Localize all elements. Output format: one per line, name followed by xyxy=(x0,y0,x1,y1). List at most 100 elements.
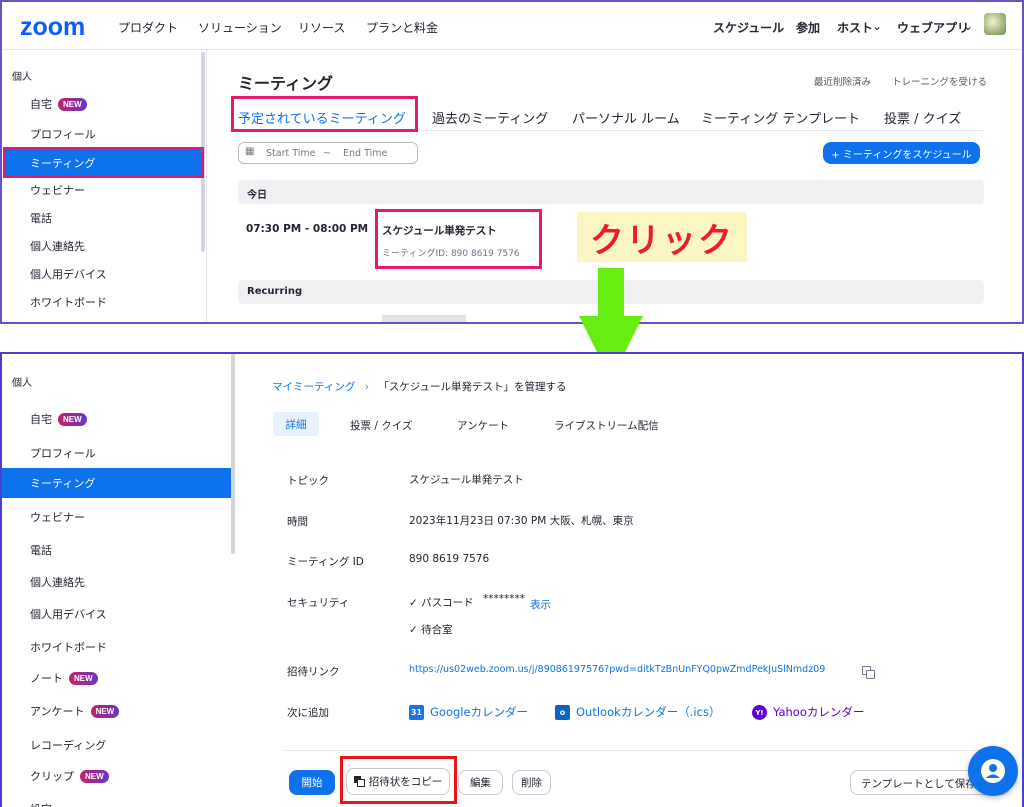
new-badge: NEW xyxy=(69,671,98,685)
new-badge: NEW xyxy=(58,97,87,111)
sidebar-item-label: ノート xyxy=(30,672,63,685)
recently-deleted-link[interactable]: 最近削除済み xyxy=(814,74,871,88)
security-label: セキュリティ xyxy=(287,597,350,609)
training-link[interactable]: トレーニングを受ける xyxy=(892,74,987,88)
sidebar-item-whiteboard[interactable]: ホワイトボード xyxy=(30,639,107,655)
sidebar-item-clips[interactable]: クリップ NEW xyxy=(30,768,109,784)
nav-host[interactable]: ホスト xyxy=(837,19,873,36)
sidebar-item-whiteboard[interactable]: ホワイトボード xyxy=(30,294,107,310)
tab-label: 詳細 xyxy=(285,418,307,431)
invite-link-url[interactable]: https://us02web.zoom.us/j/89086197576?pw… xyxy=(409,664,825,675)
sidebar-item-phone[interactable]: 電話 xyxy=(30,542,52,558)
sidebar-item-recordings[interactable]: レコーディング xyxy=(30,737,106,753)
click-annotation: クリック xyxy=(577,212,747,262)
topic-label: トピック xyxy=(287,475,329,487)
tab-details[interactable]: 詳細 xyxy=(273,412,319,436)
highlight-box-upcoming-tab xyxy=(231,96,418,132)
show-passcode-link[interactable]: 表示 xyxy=(530,597,551,612)
delete-button[interactable]: 削除 xyxy=(512,770,551,795)
sidebar-item-surveys[interactable]: アンケート NEW xyxy=(30,703,120,719)
end-time-input[interactable]: End Time xyxy=(343,148,387,159)
nav-resources[interactable]: リソース xyxy=(298,19,345,36)
new-badge: NEW xyxy=(90,704,120,718)
sidebar-item-phone[interactable]: 電話 xyxy=(30,210,52,226)
sidebar-item-label: クリップ xyxy=(30,770,74,783)
google-calendar-link[interactable]: Googleカレンダー xyxy=(430,704,528,720)
recurring-label: Recurring xyxy=(247,286,303,297)
sidebar-item-notes[interactable]: ノート NEW xyxy=(30,670,98,686)
time-value: 2023年11月23日 07:30 PM 大阪、札幌、東京 xyxy=(409,515,634,527)
sidebar-item-label: 自宅 xyxy=(30,413,52,426)
sidebar-item-devices[interactable]: 個人用デバイス xyxy=(30,266,107,282)
copy-icon[interactable] xyxy=(862,666,876,679)
meeting-id-value: 890 8619 7576 xyxy=(409,553,490,565)
sidebar-section-personal: 個人 xyxy=(12,378,32,389)
sidebar-item-home[interactable]: 自宅 NEW xyxy=(30,96,87,112)
sidebar-item-devices[interactable]: 個人用デバイス xyxy=(30,606,107,622)
tab-polls[interactable]: 投票 / クイズ xyxy=(350,418,412,433)
divider xyxy=(285,750,985,751)
nav-web-app[interactable]: ウェブアプリ xyxy=(897,19,969,36)
nav-pricing[interactable]: プランと料金 xyxy=(366,19,438,36)
waiting-room: ✓ 待合室 xyxy=(409,624,453,636)
highlight-box-copy-invitation xyxy=(340,756,457,804)
sidebar-item-webinars[interactable]: ウェビナー xyxy=(30,182,85,198)
tab-templates[interactable]: ミーティング テンプレート xyxy=(701,108,860,127)
meetings-list-screenshot: zoom プロダクト ソリューション リソース プランと料金 スケジュール 参加… xyxy=(0,0,1024,324)
outlook-calendar-link[interactable]: Outlookカレンダー（.ics） xyxy=(576,704,720,720)
sidebar: 個人 自宅 NEW プロフィール ミーティング ウェビナー 電話 個人連絡先 個人… xyxy=(2,354,236,807)
tab-livestream[interactable]: ライブストリーム配信 xyxy=(554,418,659,433)
sidebar-item-contacts[interactable]: 個人連絡先 xyxy=(30,238,85,254)
sidebar: 個人 自宅 NEW プロフィール ミーティング ウェビナー 電話 個人連絡先 個人… xyxy=(2,50,207,322)
sidebar-item-webinars[interactable]: ウェビナー xyxy=(30,509,85,525)
google-calendar-icon: 31 xyxy=(409,705,424,720)
topic-value: スケジュール単発テスト xyxy=(409,474,524,486)
tab-previous[interactable]: 過去のミーティング xyxy=(432,108,548,127)
yahoo-calendar-link[interactable]: Yahooカレンダー xyxy=(773,704,864,720)
add-to-label: 次に追加 xyxy=(287,707,329,719)
outlook-calendar-icon: o xyxy=(555,705,570,720)
sidebar-section-personal: 個人 xyxy=(12,72,32,83)
today-label: 今日 xyxy=(247,190,267,201)
passcode-mask: ******** xyxy=(483,593,525,605)
sidebar-item-contacts[interactable]: 個人連絡先 xyxy=(30,574,85,590)
start-time-input[interactable]: Start Time xyxy=(266,148,315,159)
sidebar-scrollbar[interactable] xyxy=(231,354,235,554)
chevron-down-icon: ⌄ xyxy=(963,19,974,33)
nav-product[interactable]: プロダクト xyxy=(118,19,178,36)
invite-link-label: 招待リンク xyxy=(287,666,340,678)
page-title: ミーティング xyxy=(238,74,334,93)
tab-polls[interactable]: 投票 / クイズ xyxy=(884,108,961,127)
nav-solutions[interactable]: ソリューション xyxy=(198,19,282,36)
nav-join[interactable]: 参加 xyxy=(796,19,820,36)
edit-button[interactable]: 編集 xyxy=(458,770,503,795)
date-range-picker[interactable]: ▦ Start Time ~ End Time xyxy=(238,142,418,164)
sidebar-item-label: 自宅 xyxy=(30,98,52,111)
nav-schedule[interactable]: スケジュール xyxy=(713,19,784,36)
chat-person-icon xyxy=(981,759,1005,783)
chat-support-button[interactable] xyxy=(968,746,1018,796)
date-separator: ~ xyxy=(323,148,331,159)
zoom-logo[interactable]: zoom xyxy=(20,13,85,42)
schedule-meeting-button[interactable]: + ミーティングをスケジュール xyxy=(823,142,980,164)
sidebar-item-meetings[interactable]: ミーティング xyxy=(2,468,231,498)
top-navigation: zoom プロダクト ソリューション リソース プランと料金 スケジュール 参加… xyxy=(2,2,1022,50)
tab-personal-room[interactable]: パーソナル ルーム xyxy=(572,108,680,127)
meeting-id-label: ミーティング ID xyxy=(287,556,364,568)
sidebar-item-profile[interactable]: プロフィール xyxy=(30,445,96,461)
time-label: 時間 xyxy=(287,516,308,528)
tab-surveys[interactable]: アンケート xyxy=(457,418,509,433)
start-button[interactable]: 開始 xyxy=(289,770,335,795)
avatar[interactable] xyxy=(984,13,1006,35)
passcode-label: ✓ パスコード xyxy=(409,597,474,609)
sidebar-item-profile[interactable]: プロフィール xyxy=(30,126,96,142)
sidebar-item-settings[interactable]: 設定 xyxy=(30,801,52,807)
sidebar-item-home[interactable]: 自宅 NEW xyxy=(30,411,87,427)
breadcrumb-my-meetings[interactable]: マイミーティング xyxy=(272,381,355,393)
highlight-box-meeting xyxy=(375,209,542,269)
breadcrumb: マイミーティング › 「スケジュール単発テスト」を管理する xyxy=(272,379,567,394)
yahoo-calendar-icon: Y! xyxy=(752,705,767,720)
today-header: 今日 xyxy=(238,180,984,204)
cropped-row xyxy=(382,315,466,322)
meeting-detail-screenshot: 個人 自宅 NEW プロフィール ミーティング ウェビナー 電話 個人連絡先 個人… xyxy=(0,352,1024,807)
